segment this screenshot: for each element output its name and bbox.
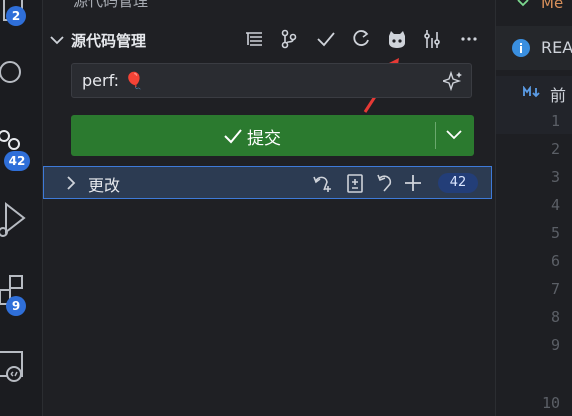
remote-explorer-icon <box>0 351 23 382</box>
extensions-activity[interactable]: 9 <box>0 272 42 322</box>
changes-count-badge: 42 <box>438 173 478 193</box>
chevron-down-icon <box>517 0 529 7</box>
info-icon <box>512 39 530 57</box>
run-debug-activity[interactable] <box>0 200 42 242</box>
commit-check-icon[interactable] <box>315 28 337 50</box>
refresh-icon[interactable] <box>350 28 372 50</box>
view-as-tree-icon[interactable] <box>243 28 265 50</box>
editor-tab-3-label: 前 <box>550 86 567 105</box>
branch-graph-icon[interactable] <box>278 28 300 50</box>
commit-dropdown-chevron-icon[interactable] <box>445 128 463 142</box>
editor-tab-1-label: Me <box>541 0 564 12</box>
scm-section-header[interactable]: 源代码管理 <box>43 24 495 54</box>
scm-title: 源代码管理 <box>71 32 147 50</box>
changes-group-row[interactable]: 更改 42 <box>43 166 492 199</box>
line-number: 5 <box>550 224 560 242</box>
more-actions-icon[interactable] <box>458 28 480 50</box>
line-number: 10 <box>541 394 560 412</box>
explorer-badge: 2 <box>6 6 26 26</box>
remote-explorer-activity[interactable] <box>0 348 42 388</box>
scm-sidebar: 源代码管理 源代码管理 perf: 🎈 提交 更改 42 <box>43 0 495 416</box>
scm-badge: 42 <box>4 151 30 171</box>
run-debug-icon <box>0 201 26 237</box>
commit-message-value: perf: 🎈 <box>82 71 145 90</box>
discard-all-plus-icon[interactable] <box>312 172 334 194</box>
line-number: 3 <box>550 168 560 186</box>
markdown-icon <box>523 86 540 98</box>
commit-message-input[interactable]: perf: 🎈 <box>71 63 472 98</box>
line-number: 8 <box>550 308 560 326</box>
commit-button[interactable]: 提交 <box>71 115 474 156</box>
line-number: 2 <box>550 140 560 158</box>
line-number: 4 <box>550 196 560 214</box>
search-activity[interactable] <box>0 56 42 92</box>
editor-area: Me REA 前 1 2 3 4 5 6 7 8 9 10 <box>495 0 572 416</box>
sparkle-icon[interactable] <box>443 71 463 91</box>
line-number: 1 <box>550 112 560 130</box>
editor-tab-2-label: REA <box>541 38 572 57</box>
line-number: 7 <box>550 280 560 298</box>
commit-button-divider <box>435 122 436 149</box>
extensions-badge: 9 <box>6 296 26 316</box>
editor-tab-2[interactable]: REA <box>496 26 572 70</box>
explorer-activity[interactable]: 2 <box>0 0 42 36</box>
line-number: 6 <box>550 252 560 270</box>
chevron-down-icon <box>50 36 64 45</box>
commit-button-label: 提交 <box>247 129 281 149</box>
search-icon <box>0 61 21 83</box>
discard-changes-icon[interactable] <box>374 172 396 194</box>
github-copilot-icon[interactable] <box>386 28 408 50</box>
stage-all-plus-icon[interactable] <box>402 172 424 194</box>
line-number: 9 <box>550 336 560 354</box>
git-compare-icon[interactable] <box>422 28 444 50</box>
activity-bar: 2 42 9 <box>0 0 43 416</box>
top-section-title: 源代码管理 <box>73 0 149 10</box>
scm-activity[interactable]: 42 <box>0 124 42 176</box>
open-changes-icon[interactable] <box>344 172 366 194</box>
changes-label: 更改 <box>88 176 121 195</box>
checkmark-icon <box>224 129 242 144</box>
editor-tab-1[interactable]: Me <box>496 0 572 22</box>
chevron-right-icon <box>67 176 76 190</box>
